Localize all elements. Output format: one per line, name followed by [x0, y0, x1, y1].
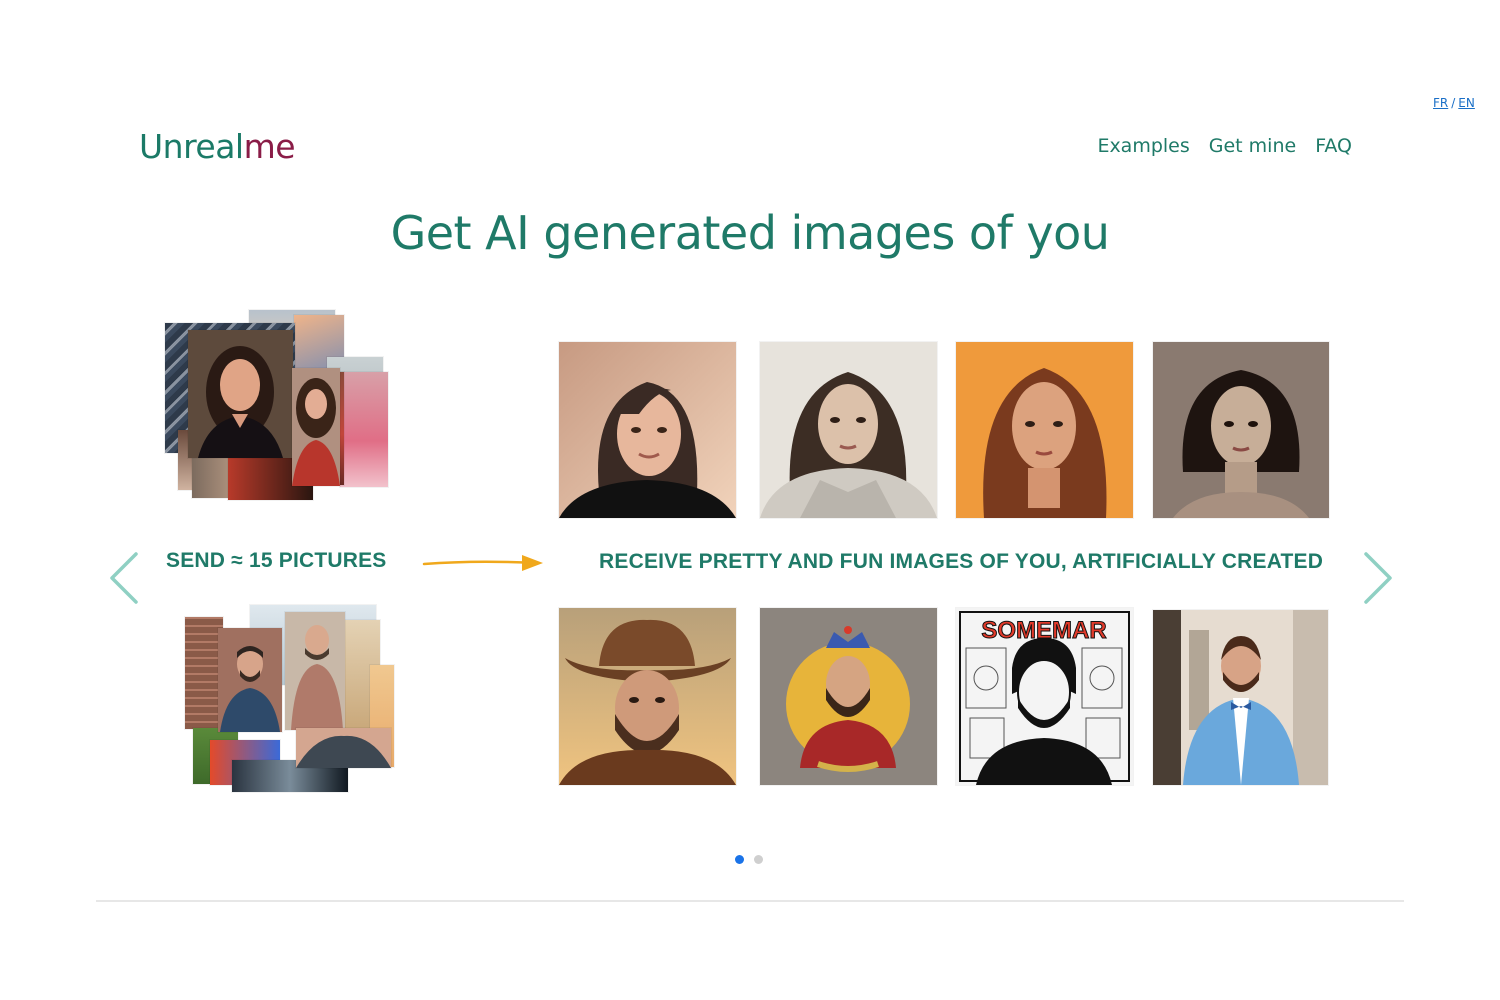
generated-image: SOMEMAR: [956, 608, 1133, 785]
arrow-right-icon: [422, 555, 543, 571]
logo-text-me: me: [243, 127, 296, 166]
lang-fr-link[interactable]: FR: [1433, 96, 1448, 110]
generated-image: [760, 342, 937, 518]
chevron-left-icon[interactable]: [108, 552, 140, 604]
send-pictures-label: SEND ≈ 15 PICTURES: [166, 549, 387, 572]
carousel-dot-1[interactable]: [735, 855, 744, 864]
input-photo: [285, 612, 345, 730]
generated-image: [956, 342, 1133, 518]
generated-image: [1153, 342, 1329, 518]
receive-images-label: RECEIVE PRETTY AND FUN IMAGES OF YOU, AR…: [599, 550, 1324, 573]
generated-image: [1153, 610, 1328, 785]
logo[interactable]: Unrealme: [139, 127, 296, 166]
generated-image: [760, 608, 937, 785]
page-title: Get AI generated images of you: [390, 206, 1110, 260]
input-photo: [292, 368, 340, 486]
chevron-right-icon[interactable]: [1362, 552, 1394, 604]
lang-en-link[interactable]: EN: [1458, 96, 1475, 110]
generated-image: [559, 608, 736, 785]
nav-faq[interactable]: FAQ: [1315, 135, 1352, 157]
language-switcher: FR / EN: [1433, 96, 1475, 110]
carousel-dot-2[interactable]: [754, 855, 763, 864]
nav-get-mine[interactable]: Get mine: [1209, 135, 1296, 157]
carousel-pagination: [735, 855, 763, 864]
logo-text-unreal: Unreal: [139, 127, 244, 166]
nav-examples[interactable]: Examples: [1097, 135, 1189, 157]
generated-image: [559, 342, 736, 518]
input-photo: [340, 372, 388, 487]
lang-separator: /: [1451, 96, 1456, 110]
input-photo: [296, 728, 391, 768]
main-nav: Examples Get mine FAQ: [1097, 135, 1352, 157]
input-photo: [218, 628, 282, 732]
section-divider: [96, 900, 1404, 902]
input-photo-main: [188, 330, 293, 458]
